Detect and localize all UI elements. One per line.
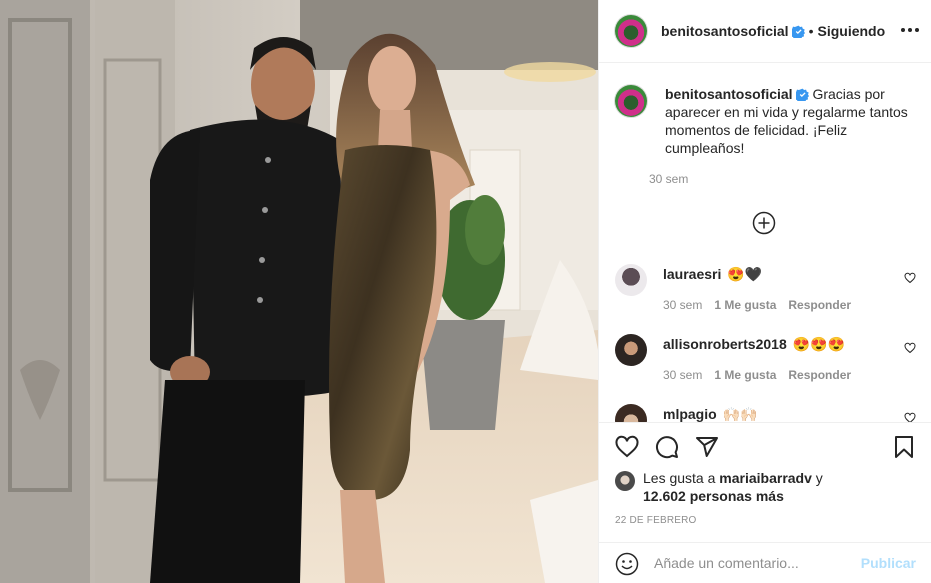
likes-conjunction: y <box>811 470 823 486</box>
likes-prefix: Les gusta a <box>643 470 720 486</box>
verified-badge-icon <box>795 88 809 101</box>
post-side-panel: benitosantosoficial • Siguiendo benitosa… <box>598 0 931 583</box>
likes-text: Les gusta a mariaibarradv y 12.602 perso… <box>643 469 913 505</box>
comment-text: 🙌🏻🙌🏻 <box>722 406 758 422</box>
reply-button[interactable]: Responder <box>788 298 851 312</box>
comment-likes[interactable]: 1 Me gusta <box>714 298 776 312</box>
comment-like-heart-icon[interactable] <box>904 272 916 284</box>
comment-time[interactable]: 30 sem <box>663 368 702 382</box>
comment-username[interactable]: mlpagio 🙌🏻🙌🏻 <box>663 406 757 422</box>
comment-likes[interactable]: 1 Me gusta <box>714 368 776 382</box>
comment-item: mlpagio 🙌🏻🙌🏻 <box>615 404 920 422</box>
post-header: benitosantosoficial • Siguiendo <box>599 0 931 63</box>
post-photo[interactable] <box>0 0 598 583</box>
comments-list[interactable]: benitosantosoficial Gracias por aparecer… <box>599 64 931 422</box>
liker-username[interactable]: mariaibarradv <box>719 470 812 486</box>
load-more-comments-icon[interactable] <box>752 211 776 235</box>
commenter-avatar[interactable] <box>615 264 647 296</box>
heart-icon[interactable] <box>615 435 639 459</box>
comment-text: 😍🖤 <box>727 266 763 282</box>
comment-username[interactable]: lauraesri 😍🖤 <box>663 266 762 283</box>
comment-meta: 30 sem 1 Me gusta Responder <box>663 298 851 312</box>
author-avatar[interactable] <box>615 15 647 47</box>
comment-time[interactable]: 30 sem <box>663 298 702 312</box>
comment-like-heart-icon[interactable] <box>904 412 916 422</box>
author-username[interactable]: benitosantosoficial <box>661 23 789 39</box>
comment-item: allisonroberts2018 😍😍😍 30 sem 1 Me gusta R… <box>615 334 920 394</box>
post-actions: Les gusta a mariaibarradv y 12.602 perso… <box>599 422 931 542</box>
header-separator: • <box>808 23 814 39</box>
reply-button[interactable]: Responder <box>788 368 851 382</box>
comment-meta: 30 sem 1 Me gusta Responder <box>663 368 851 382</box>
instagram-post-modal: benitosantosoficial • Siguiendo benitosa… <box>0 0 931 583</box>
comment-like-heart-icon[interactable] <box>904 342 916 354</box>
following-button[interactable]: Siguiendo <box>817 23 885 39</box>
caption-time[interactable]: 30 sem <box>649 172 688 186</box>
caption-avatar[interactable] <box>615 85 647 117</box>
comment-icon[interactable] <box>655 435 679 459</box>
more-options-icon[interactable] <box>898 18 922 42</box>
caption-username[interactable]: benitosantosoficial <box>665 86 793 102</box>
emoji-icon[interactable] <box>615 552 639 576</box>
commenter-avatar[interactable] <box>615 334 647 366</box>
add-comment-bar: Añade un comentario... Publicar <box>599 542 931 583</box>
bookmark-icon[interactable] <box>892 435 916 459</box>
verified-badge-icon <box>791 25 805 38</box>
comment-text: 😍😍😍 <box>792 336 845 352</box>
comment-username[interactable]: allisonroberts2018 😍😍😍 <box>663 336 845 353</box>
liker-avatar[interactable] <box>615 471 635 491</box>
caption-body: benitosantosoficial Gracias por aparecer… <box>665 85 913 157</box>
post-date[interactable]: 22 DE FEBRERO <box>615 515 697 526</box>
post-photo-illustration <box>0 0 598 583</box>
commenter-avatar[interactable] <box>615 404 647 422</box>
share-icon[interactable] <box>695 435 719 459</box>
comment-input[interactable]: Añade un comentario... <box>654 555 799 571</box>
likes-count[interactable]: 12.602 personas más <box>643 488 784 504</box>
publish-button[interactable]: Publicar <box>861 555 916 571</box>
comment-item: lauraesri 😍🖤 30 sem 1 Me gusta Responder <box>615 264 920 324</box>
